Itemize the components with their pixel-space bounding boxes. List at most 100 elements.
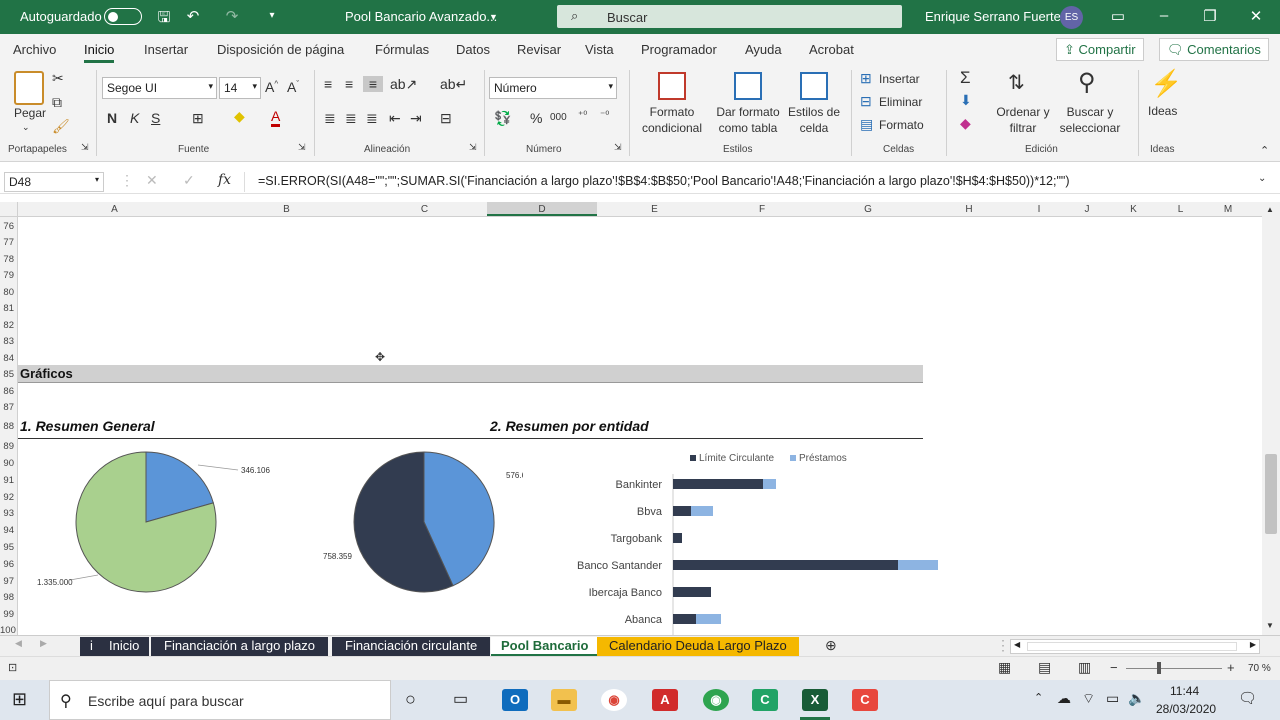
battery-icon[interactable]: ▭ — [1106, 690, 1119, 707]
row-header[interactable]: 95 — [0, 542, 17, 553]
sheet-tab-financiacion-largo[interactable]: Financiación a largo plazo — [151, 637, 329, 656]
find-select-button[interactable]: Buscar y seleccionar — [1050, 104, 1130, 136]
tab-revisar[interactable]: Revisar — [517, 42, 561, 57]
dialog-launcher-icon[interactable]: ⇲ — [81, 142, 89, 153]
minimize-icon[interactable]: – — [1154, 7, 1174, 24]
row-header[interactable]: 83 — [0, 336, 17, 347]
row-header[interactable]: 78 — [0, 254, 17, 265]
scrollbar-thumb[interactable] — [1265, 454, 1277, 534]
acrobat-icon[interactable]: A — [652, 689, 678, 711]
sheet-tab-pool-bancario[interactable]: Pool Bancario — [491, 637, 599, 656]
increase-decimal-icon[interactable]: ⁺⁰ — [578, 110, 587, 121]
fill-icon[interactable]: ⬇ — [960, 92, 972, 109]
column-header-f[interactable]: F — [712, 204, 812, 215]
row-header[interactable]: 97 — [0, 576, 17, 587]
row-header[interactable]: 84 — [0, 353, 17, 364]
tab-programador[interactable]: Programador — [641, 42, 717, 57]
column-header-m[interactable]: M — [1204, 204, 1252, 215]
wifi-icon[interactable]: ⌔ — [1082, 690, 1095, 708]
row-header[interactable]: 93 — [0, 508, 17, 519]
clock-date[interactable]: 28/03/2020 — [1156, 702, 1216, 716]
tab-vista[interactable]: Vista — [585, 42, 614, 57]
page-break-icon[interactable]: ▥ — [1078, 659, 1091, 676]
format-table-button[interactable]: Dar formato como tabla — [710, 104, 786, 136]
paste-icon[interactable] — [14, 71, 44, 105]
tab-scroll-left-icon[interactable]: ◀ — [15, 638, 22, 649]
decrease-indent-icon[interactable]: ⇤ — [389, 110, 401, 127]
row-header[interactable]: 94 — [0, 525, 17, 536]
row-header[interactable]: 91 — [0, 475, 17, 486]
cancel-icon[interactable]: ✕ — [146, 172, 158, 189]
row-header[interactable]: 87 — [0, 402, 17, 413]
horizontal-scrollbar[interactable]: ◀ ▶ — [1010, 639, 1260, 654]
tab-acrobat[interactable]: Acrobat — [809, 42, 854, 57]
wrap-text-icon[interactable]: ab↵ — [440, 76, 467, 93]
row-header[interactable]: 81 — [0, 303, 17, 314]
row-header[interactable]: 86 — [0, 386, 17, 397]
align-top-icon[interactable]: ≡ — [324, 76, 332, 92]
notifications-icon[interactable]: 🗨 — [1238, 689, 1257, 707]
avatar[interactable]: ES — [1060, 6, 1083, 29]
underline-icon[interactable]: S — [151, 110, 160, 126]
font-color-icon[interactable]: A — [271, 108, 281, 127]
column-header-l[interactable]: L — [1157, 204, 1204, 215]
windows-start-icon[interactable]: ⊞ — [12, 689, 27, 710]
orientation-icon[interactable]: ab↗ — [390, 76, 417, 93]
column-header-g[interactable]: G — [812, 204, 924, 215]
paste-button[interactable]: Pegar — [14, 106, 46, 120]
align-center-icon[interactable]: ≣ — [345, 110, 357, 127]
camtasia-green-icon[interactable]: C — [752, 689, 778, 711]
delete-button[interactable]: Eliminar — [879, 95, 922, 109]
clock-time[interactable]: 11:44 — [1170, 684, 1199, 698]
format-painter-icon[interactable]: 🖌 — [52, 118, 70, 135]
row-header[interactable]: 99 — [0, 609, 17, 620]
tab-archivo[interactable]: Archivo — [13, 42, 56, 57]
clear-icon[interactable]: ◆ — [960, 115, 971, 132]
increase-indent-icon[interactable]: ⇥ — [410, 110, 422, 127]
name-box[interactable]: D48 ▾ — [4, 172, 104, 192]
row-header[interactable]: 76 — [0, 221, 17, 232]
scrollbar-thumb[interactable] — [1027, 642, 1237, 651]
row-header[interactable]: 82 — [0, 320, 17, 331]
column-header-b[interactable]: B — [211, 204, 362, 215]
merge-center-icon[interactable]: ⊟ — [440, 110, 452, 127]
row-header[interactable]: 96 — [0, 559, 17, 570]
align-right-icon[interactable]: ≣ — [366, 110, 378, 127]
zoom-out-button[interactable]: − — [1110, 660, 1118, 675]
zoom-in-button[interactable]: + — [1227, 660, 1235, 675]
number-format-select[interactable]: Número ▾ — [489, 77, 617, 99]
zoom-slider[interactable] — [1126, 668, 1222, 669]
column-header-j[interactable]: J — [1064, 204, 1110, 215]
align-middle-icon[interactable]: ≡ — [345, 76, 353, 92]
select-all-button[interactable] — [0, 202, 18, 217]
row-header[interactable]: 79 — [0, 270, 17, 281]
dialog-launcher-icon[interactable]: ⇲ — [469, 142, 477, 153]
formula-input[interactable]: =SI.ERROR(SI(A48="";"";SUMAR.SI('Financi… — [258, 174, 1248, 188]
scroll-left-icon[interactable]: ◀ — [1014, 640, 1020, 649]
comments-button[interactable]: 🗨 Comentarios — [1159, 38, 1269, 61]
undo-icon[interactable]: ↶ — [183, 7, 203, 25]
chrome-icon[interactable]: ◉ — [601, 689, 627, 711]
customize-toolbar-icon[interactable]: ▾ — [262, 10, 282, 21]
share-button[interactable]: ⇪ Compartir — [1056, 38, 1144, 61]
tab-insertar[interactable]: Insertar — [144, 42, 188, 57]
font-size-select[interactable]: 14 ▾ — [219, 77, 261, 99]
onedrive-icon[interactable]: ☁ — [1057, 690, 1071, 707]
camtasia-icon[interactable]: C — [852, 689, 878, 711]
tab-formulas[interactable]: Fórmulas — [375, 42, 429, 57]
conditional-format-button[interactable]: Formato condicional — [636, 104, 708, 136]
worksheet[interactable]: Gráficos 1. Resumen General 2. Resumen p… — [18, 217, 1262, 635]
chrome-green-icon[interactable]: ◉ — [703, 689, 729, 711]
row-header[interactable]: 88 — [0, 421, 17, 432]
shrink-font-icon[interactable]: Aˇ — [287, 79, 299, 95]
row-header[interactable]: 80 — [0, 287, 17, 298]
cell-styles-button[interactable]: Estilos de celda — [786, 104, 842, 136]
enter-icon[interactable]: ✓ — [183, 172, 195, 189]
tab-inicio[interactable]: Inicio — [84, 42, 115, 63]
collapse-ribbon-icon[interactable]: ⌃ — [1260, 144, 1269, 157]
cortana-icon[interactable]: ○ — [405, 689, 416, 710]
close-icon[interactable]: ✕ — [1246, 7, 1266, 25]
row-header[interactable]: 90 — [0, 458, 17, 469]
fill-color-icon[interactable]: ◆ — [234, 108, 245, 125]
zoom-slider-thumb[interactable] — [1157, 662, 1161, 674]
